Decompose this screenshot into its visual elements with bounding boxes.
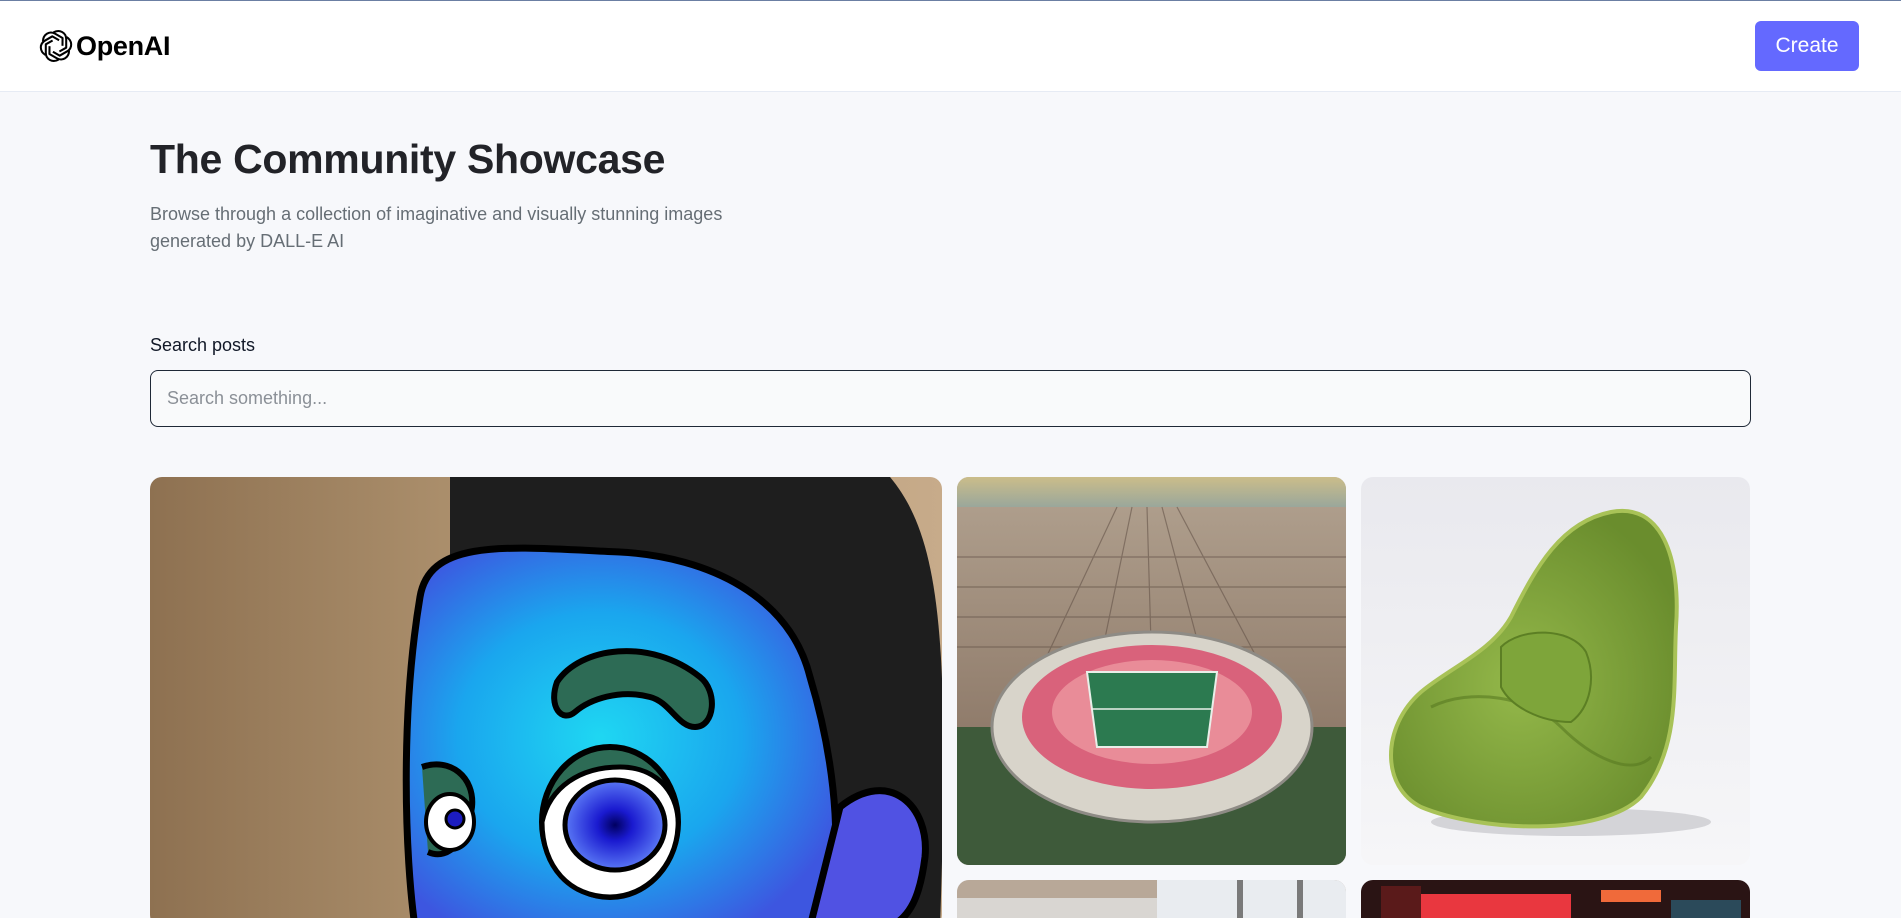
gallery-card-avocado-chair[interactable] [1361,477,1750,865]
brand-name: OpenAI [76,30,171,61]
neon-city-image [1361,880,1750,918]
brand-logo[interactable]: OpenAI [39,29,171,63]
search-input[interactable] [150,370,1751,427]
page-title: The Community Showcase [150,136,666,182]
page-subtitle: Browse through a collection of imaginati… [150,204,723,251]
search-label: Search posts [150,335,256,355]
create-button[interactable]: Create [1755,21,1859,71]
gallery-card-blue-face[interactable] [150,477,942,918]
green-avocado-chair-image [1361,477,1750,865]
gallery-card-stadium[interactable] [957,477,1346,865]
openai-logo-icon [39,30,73,62]
interior-window-image [957,880,1346,918]
gallery-card-interior[interactable] [957,880,1346,918]
blue-cartoon-face-image [150,477,942,918]
gallery-card-neon[interactable] [1361,880,1750,918]
top-navbar: OpenAI Create [0,1,1901,92]
aerial-stadium-image [957,477,1346,865]
